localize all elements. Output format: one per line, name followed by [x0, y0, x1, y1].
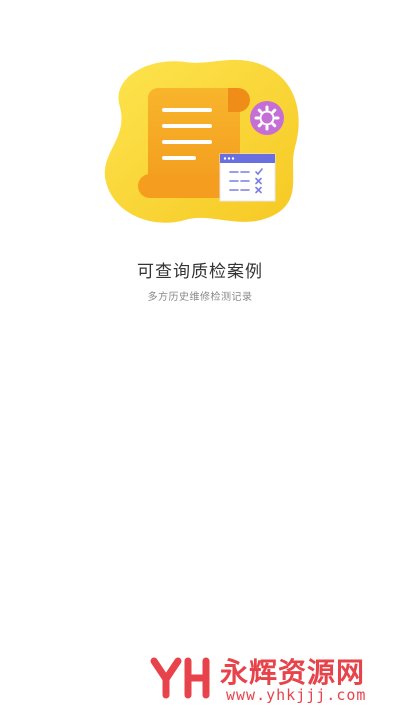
yh-logo-icon	[150, 657, 210, 699]
onboarding-title: 可查询质检案例	[137, 262, 263, 282]
document-scroll-illustration	[104, 59, 299, 223]
checklist-card-icon	[219, 153, 276, 202]
watermark: 永辉资源网 www.yhkjjj.com	[148, 651, 388, 707]
onboarding-subtitle: 多方历史维修检测记录	[147, 292, 253, 303]
watermark-url: www.yhkjjj.com	[226, 686, 367, 704]
watermark-brand: 永辉资源网	[220, 656, 366, 689]
inspection-illustration	[90, 52, 310, 227]
gear-icon	[250, 101, 284, 135]
